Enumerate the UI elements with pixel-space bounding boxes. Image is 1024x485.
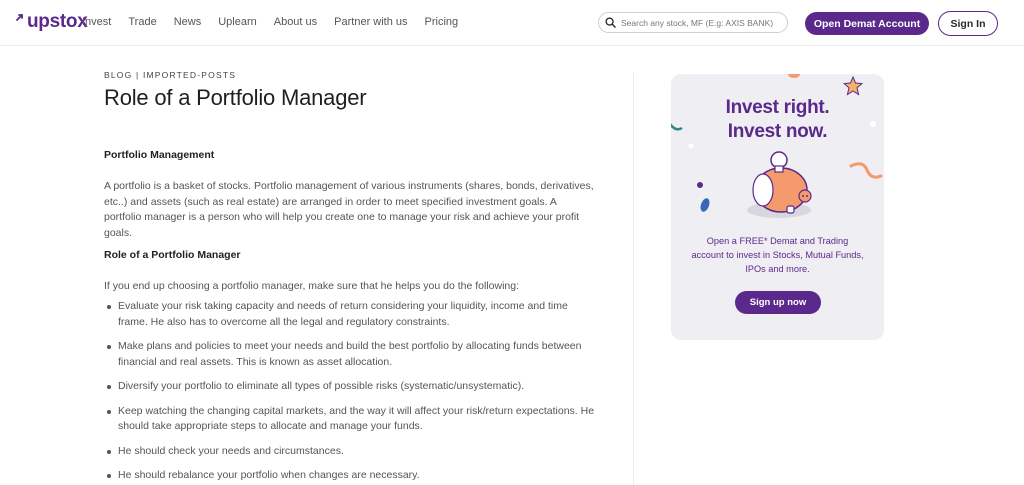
logo-text: upstox [27, 11, 88, 32]
responsibilities-list: Evaluate your risk taking capacity and n… [104, 299, 596, 485]
nav-invest[interactable]: Invest [82, 16, 111, 28]
nav-partner-with-us[interactable]: Partner with us [334, 16, 407, 28]
sign-in-button[interactable]: Sign In [938, 11, 998, 36]
nav-trade[interactable]: Trade [128, 16, 156, 28]
list-item: Keep watching the changing capital marke… [104, 404, 596, 435]
nav-news[interactable]: News [174, 16, 202, 28]
coin-top-decoration-icon [788, 74, 800, 78]
nav-about-us[interactable]: About us [274, 16, 317, 28]
promo-headline-line2: Invest now. [727, 121, 828, 142]
breadcrumb: BLOG | IMPORTED-POSTS [104, 70, 237, 80]
list-item: Diversify your portfolio to eliminate al… [104, 379, 596, 395]
top-header: upstox Invest Trade News Uplearn About u… [0, 0, 1024, 46]
nav-pricing[interactable]: Pricing [425, 16, 459, 28]
coins-decoration-icon [697, 182, 710, 212]
page-title: Role of a Portfolio Manager [104, 85, 367, 110]
promo-headline-line1: Invest right. [725, 97, 830, 118]
orange-squiggle-decoration-icon [849, 162, 883, 179]
promo-headline: Invest right. Invest now. [671, 96, 884, 144]
list-item: Make plans and policies to meet your nee… [104, 339, 596, 370]
list-item: He should rebalance your portfolio when … [104, 468, 596, 484]
promo-description: Open a FREE* Demat and Trading account t… [691, 236, 864, 274]
section-heading-role: Role of a Portfolio Manager [104, 249, 241, 261]
nav-uplearn[interactable]: Uplearn [218, 16, 257, 28]
main-nav: Invest Trade News Uplearn About us Partn… [82, 16, 475, 28]
upstox-logo[interactable]: upstox [16, 11, 88, 33]
search-box[interactable] [598, 12, 788, 33]
piggy-bank-icon [747, 151, 812, 218]
search-icon [605, 17, 616, 28]
list-item: He should check your needs and circumsta… [104, 444, 596, 460]
logo-mark-icon [16, 14, 23, 21]
article-header: BLOG | IMPORTED-POSTS Role of a Portfoli… [104, 70, 599, 111]
sign-up-now-button[interactable]: Sign up now [735, 291, 821, 314]
section-paragraph-portfolio: A portfolio is a basket of stocks. Portf… [104, 180, 594, 239]
search-input[interactable] [621, 17, 781, 28]
promo-card: Invest right. Invest now. Open a FREE* D… [671, 74, 884, 340]
section-heading-portfolio-management: Portfolio Management [104, 149, 215, 161]
open-demat-account-button[interactable]: Open Demat Account [805, 12, 929, 35]
section-paragraph-intro: If you end up choosing a portfolio manag… [104, 280, 520, 292]
content-divider [633, 72, 634, 485]
star-icon [843, 76, 863, 96]
list-item: Evaluate your risk taking capacity and n… [104, 299, 596, 330]
